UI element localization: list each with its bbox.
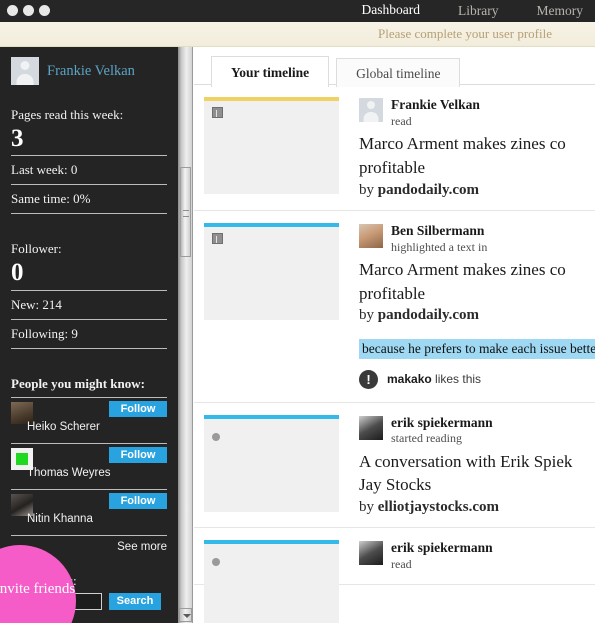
divider xyxy=(11,155,167,157)
tab-global-timeline[interactable]: Global timeline xyxy=(336,58,461,87)
invite-friends-label: Invite friends xyxy=(0,580,76,597)
post-title[interactable]: Marco Arment makes zines co xyxy=(359,133,595,155)
post-author[interactable]: Frankie Velkan xyxy=(391,97,595,114)
pymk-name: Heiko Scherer xyxy=(27,420,100,433)
minimize-window-icon[interactable] xyxy=(23,5,34,16)
post-author[interactable]: erik spiekermann xyxy=(391,540,595,557)
avatar xyxy=(359,541,383,566)
reading-stats: Pages read this week: 3 Last week: 0 Sam… xyxy=(11,101,167,215)
pymk-title: People you might know: xyxy=(11,375,145,391)
divider xyxy=(11,289,167,291)
source-domain[interactable]: elliotjaystocks.com xyxy=(378,499,499,515)
post-title-line2[interactable]: profitable xyxy=(359,283,595,305)
timeline-tabs: Your timeline Global timeline xyxy=(194,47,595,88)
nav-item-library[interactable]: Library xyxy=(458,0,498,22)
timeline-feed: Frankie Velkan read Marco Arment makes z… xyxy=(194,85,595,623)
scroll-down-arrow-icon[interactable] xyxy=(179,608,192,622)
list-item[interactable]: Thomas Weyres Follow xyxy=(11,444,167,489)
broken-image-icon xyxy=(212,107,223,118)
post-author[interactable]: Ben Silbermann xyxy=(391,223,595,240)
timeline-post[interactable]: erik spiekermann read xyxy=(194,528,595,623)
follow-button[interactable]: Follow xyxy=(109,400,167,417)
by-prefix: by xyxy=(359,181,378,198)
app-window: Dashboard Library Memory Please complete… xyxy=(0,0,595,623)
sidebar: Frankie Velkan Pages read this week: 3 L… xyxy=(0,47,178,623)
divider xyxy=(11,534,167,536)
source-domain[interactable]: pandodaily.com xyxy=(378,307,479,323)
sidebar-scrollbar[interactable] xyxy=(178,47,193,623)
pymk-name: Thomas Weyres xyxy=(27,466,111,479)
avatar xyxy=(359,98,383,122)
scrollbar-thumb[interactable] xyxy=(180,167,191,257)
follower-label: Follower: xyxy=(11,241,62,257)
notice-text: Please complete your user profile xyxy=(378,26,552,41)
post-action: started reading xyxy=(391,431,462,446)
profile-username[interactable]: Frankie Velkan xyxy=(47,63,135,80)
list-item[interactable]: Nitin Khanna Follow xyxy=(11,490,167,535)
divider xyxy=(11,318,167,320)
follow-button[interactable]: Follow xyxy=(109,446,167,463)
post-thumbnail[interactable] xyxy=(204,97,339,194)
window-controls[interactable] xyxy=(7,5,50,16)
post-source: by elliotjaystocks.com xyxy=(359,497,595,517)
tab-your-timeline[interactable]: Your timeline xyxy=(211,56,330,88)
post-thumbnail[interactable] xyxy=(204,414,339,512)
highlighted-quote: because he prefers to make each issue be… xyxy=(359,338,595,359)
main-content: Your timeline Global timeline Frankie Ve… xyxy=(194,47,595,623)
list-item[interactable]: Heiko Scherer Follow xyxy=(11,398,167,443)
following-stat: Following: 9 xyxy=(11,325,78,341)
post-title-line2[interactable]: profitable xyxy=(359,157,595,179)
liker-name[interactable]: makako xyxy=(387,372,432,386)
timeline-post[interactable]: erik spiekermann started reading A conve… xyxy=(194,403,595,529)
search-button[interactable]: Search xyxy=(109,592,161,610)
divider xyxy=(11,213,167,215)
nav-item-dashboard[interactable]: Dashboard xyxy=(361,0,421,24)
timeline-post[interactable]: Frankie Velkan read Marco Arment makes z… xyxy=(194,85,595,211)
by-prefix: by xyxy=(359,307,378,324)
last-week-stat: Last week: 0 xyxy=(11,162,78,178)
follower-value: 0 xyxy=(11,259,24,287)
post-title-line2[interactable]: Jay Stocks xyxy=(359,474,595,496)
post-action: read xyxy=(391,557,412,572)
avatar xyxy=(11,57,39,85)
divider xyxy=(11,347,167,349)
main-navigation: Dashboard Library Memory xyxy=(361,0,584,24)
new-followers-stat: New: 214 xyxy=(11,296,62,312)
post-title[interactable]: Marco Arment makes zines co xyxy=(359,259,595,281)
pymk-name: Nitin Khanna xyxy=(27,512,93,525)
post-title[interactable]: A conversation with Erik Spiek xyxy=(359,451,595,473)
likes-text: makako likes this xyxy=(387,370,595,389)
post-thumbnail[interactable] xyxy=(204,540,339,623)
timeline-post[interactable]: Ben Silbermann highlighted a text in Mar… xyxy=(194,211,595,403)
by-prefix: by xyxy=(359,499,378,515)
source-domain[interactable]: pandodaily.com xyxy=(378,182,479,198)
nav-item-memory[interactable]: Memory xyxy=(537,0,584,22)
post-action: read xyxy=(391,113,412,128)
exclamation-icon: ! xyxy=(359,369,378,389)
post-author[interactable]: erik spiekermann xyxy=(391,415,595,432)
avatar xyxy=(359,223,383,248)
people-you-might-know: People you might know: Heiko Scherer Fol… xyxy=(11,370,167,559)
divider xyxy=(11,184,167,186)
post-thumbnail[interactable] xyxy=(204,222,339,320)
pages-read-label: Pages read this week: xyxy=(11,107,124,122)
dot-icon xyxy=(212,432,220,441)
pages-read-value: 3 xyxy=(11,125,24,152)
follower-stats: Follower: 0 New: 214 Following: 9 xyxy=(11,235,167,349)
post-likes: ! makako likes this xyxy=(359,369,595,392)
close-window-icon[interactable] xyxy=(7,5,18,16)
post-source: by pandodaily.com xyxy=(359,180,595,200)
dot-icon xyxy=(212,558,220,567)
avatar xyxy=(359,415,383,440)
likes-suffix: likes this xyxy=(431,371,482,386)
same-time-stat: Same time: 0% xyxy=(11,191,91,207)
sidebar-profile[interactable]: Frankie Velkan xyxy=(11,47,167,91)
follow-button[interactable]: Follow xyxy=(109,492,167,509)
profile-notice-banner[interactable]: Please complete your user profile xyxy=(0,22,595,47)
post-action: highlighted a text in xyxy=(391,239,488,254)
maximize-window-icon[interactable] xyxy=(39,5,50,16)
window-titlebar: Dashboard Library Memory xyxy=(0,0,595,24)
post-source: by pandodaily.com xyxy=(359,305,595,325)
broken-image-icon xyxy=(212,232,223,244)
